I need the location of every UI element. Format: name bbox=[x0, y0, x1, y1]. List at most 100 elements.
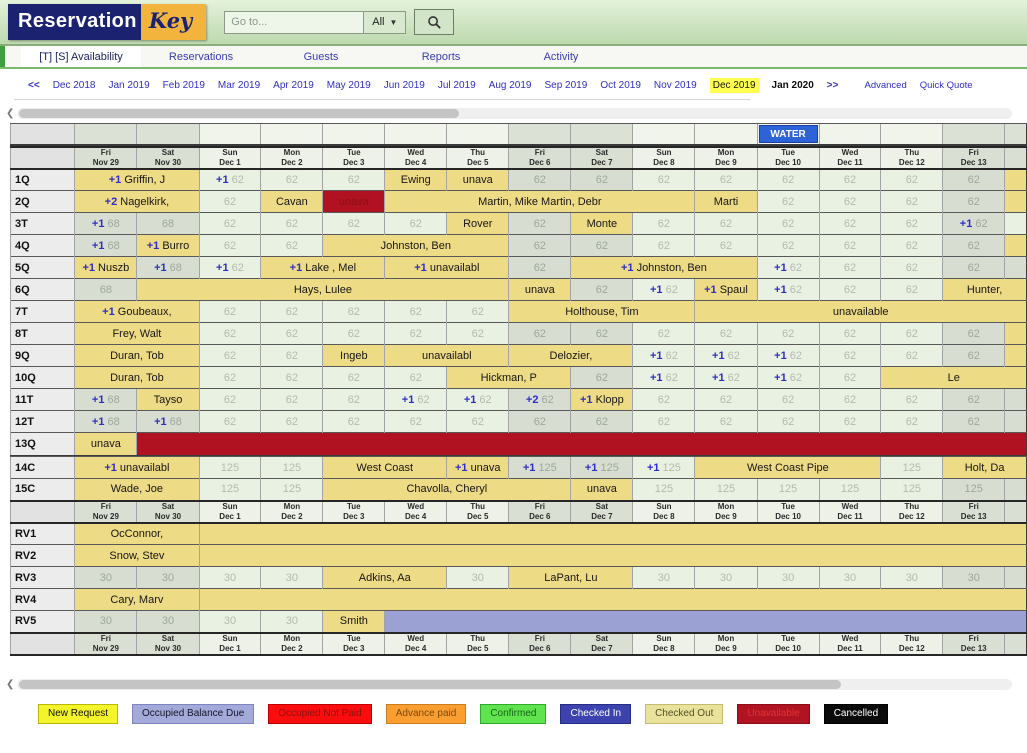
rate-cell[interactable]: +2 62 bbox=[509, 389, 571, 411]
reservation-cell[interactable]: +1 unava bbox=[447, 457, 509, 479]
rate-cell[interactable]: 62 bbox=[757, 389, 819, 411]
rate-cell[interactable]: 62 bbox=[447, 301, 509, 323]
reservation-span[interactable] bbox=[199, 545, 1026, 567]
rate-cell[interactable]: 62 bbox=[571, 411, 633, 433]
unit-label-5q[interactable]: 5Q bbox=[11, 257, 75, 279]
rate-cell[interactable]: 62 bbox=[819, 213, 881, 235]
rate-cell[interactable]: 62 bbox=[881, 191, 943, 213]
unit-label-rv3[interactable]: RV3 bbox=[11, 567, 75, 589]
rate-cell[interactable]: 62 bbox=[571, 279, 633, 301]
rate-cell[interactable]: 62 bbox=[757, 411, 819, 433]
rate-cell[interactable]: 62 bbox=[943, 323, 1005, 345]
rate-cell[interactable]: 125 bbox=[757, 479, 819, 501]
rate-cell[interactable]: 62 bbox=[199, 367, 261, 389]
rate-cell[interactable]: 125 bbox=[199, 457, 261, 479]
month-link-sep-2019[interactable]: Sep 2019 bbox=[544, 80, 587, 91]
rate-cell[interactable]: 62 bbox=[943, 345, 1005, 367]
unit-label-2q[interactable]: 2Q bbox=[11, 191, 75, 213]
rate-cell[interactable]: +1 68 bbox=[75, 235, 137, 257]
date-header-dec-3[interactable]: TueDec 3 bbox=[323, 501, 385, 523]
date-header-dec-4[interactable]: WedDec 4 bbox=[385, 147, 447, 169]
month-link-jan-2019[interactable]: Jan 2019 bbox=[109, 80, 150, 91]
reservation-cell[interactable]: West Coast Pipe bbox=[695, 457, 881, 479]
rate-cell[interactable]: +1 62 bbox=[633, 345, 695, 367]
rate-cell[interactable]: 62 bbox=[261, 169, 323, 191]
rate-cell[interactable]: 30 bbox=[695, 567, 757, 589]
date-header-dec-8[interactable]: SunDec 8 bbox=[633, 147, 695, 169]
rate-cell[interactable]: 30 bbox=[137, 567, 199, 589]
rate-cell[interactable]: +1 62 bbox=[385, 389, 447, 411]
date-header-dec-13[interactable]: FriDec 13 bbox=[943, 633, 1005, 655]
rate-cell[interactable]: 62 bbox=[819, 235, 881, 257]
rate-cell[interactable] bbox=[1005, 567, 1027, 589]
reservation-cell[interactable]: West Coast bbox=[323, 457, 447, 479]
month-link-apr-2019[interactable]: Apr 2019 bbox=[273, 80, 314, 91]
date-header-dec-2[interactable]: MonDec 2 bbox=[261, 501, 323, 523]
rate-cell[interactable]: 62 bbox=[633, 411, 695, 433]
reservation-cell[interactable]: Ewing bbox=[385, 169, 447, 191]
rate-cell[interactable]: 30 bbox=[137, 611, 199, 633]
rate-cell[interactable]: 62 bbox=[881, 213, 943, 235]
unit-label-7t[interactable]: 7T bbox=[11, 301, 75, 323]
rate-cell[interactable]: 62 bbox=[819, 389, 881, 411]
reservation-cell[interactable]: +1 Spaul bbox=[695, 279, 757, 301]
rate-cell[interactable]: 62 bbox=[881, 411, 943, 433]
rate-cell[interactable]: +1 62 bbox=[447, 389, 509, 411]
rate-cell[interactable]: 62 bbox=[757, 213, 819, 235]
unit-label-rv2[interactable]: RV2 bbox=[11, 545, 75, 567]
rate-cell[interactable]: 62 bbox=[819, 257, 881, 279]
rate-cell[interactable] bbox=[1005, 257, 1027, 279]
rate-cell[interactable]: 30 bbox=[943, 567, 1005, 589]
rate-cell[interactable]: +1 62 bbox=[757, 345, 819, 367]
date-header-dec-8[interactable]: SunDec 8 bbox=[633, 633, 695, 655]
tab-activity[interactable]: Activity bbox=[501, 46, 621, 67]
reservation-cell[interactable]: Duran, Tob bbox=[75, 367, 199, 389]
rate-cell[interactable]: 62 bbox=[385, 213, 447, 235]
rate-cell[interactable]: 125 bbox=[819, 479, 881, 501]
rate-cell[interactable]: 62 bbox=[633, 323, 695, 345]
rate-cell[interactable]: 62 bbox=[819, 345, 881, 367]
unit-label-rv5[interactable]: RV5 bbox=[11, 611, 75, 633]
date-header-dec-9[interactable]: MonDec 9 bbox=[695, 147, 757, 169]
rate-cell[interactable]: 62 bbox=[757, 235, 819, 257]
reservation-cell[interactable]: OcConnor, bbox=[75, 523, 199, 545]
rate-cell[interactable]: +1 68 bbox=[137, 257, 199, 279]
reservation-cell[interactable]: +1 Klopp bbox=[571, 389, 633, 411]
date-header-dec-7[interactable]: SatDec 7 bbox=[571, 633, 633, 655]
rate-cell[interactable]: 30 bbox=[819, 567, 881, 589]
rate-cell[interactable]: 62 bbox=[385, 367, 447, 389]
rate-cell[interactable]: +1 62 bbox=[695, 367, 757, 389]
date-header-dec-10[interactable]: TueDec 10 bbox=[757, 633, 819, 655]
rate-cell[interactable]: +1 62 bbox=[757, 279, 819, 301]
date-header-dec-3[interactable]: TueDec 3 bbox=[323, 633, 385, 655]
reservation-cell[interactable]: Delozier, bbox=[509, 345, 633, 367]
month-link-mar-2019[interactable]: Mar 2019 bbox=[218, 80, 260, 91]
rate-cell[interactable]: +1 62 bbox=[757, 257, 819, 279]
rate-cell[interactable]: 62 bbox=[571, 367, 633, 389]
rate-cell[interactable]: 62 bbox=[509, 169, 571, 191]
rate-cell[interactable]: 30 bbox=[199, 567, 261, 589]
rate-cell[interactable]: 62 bbox=[633, 235, 695, 257]
search-button[interactable] bbox=[414, 9, 454, 35]
unavailable-span[interactable] bbox=[137, 433, 1027, 455]
reservation-cell[interactable]: +1 Goubeaux, bbox=[75, 301, 199, 323]
reservation-span[interactable] bbox=[1005, 169, 1027, 191]
rate-cell[interactable]: 62 bbox=[199, 213, 261, 235]
water-group-label[interactable]: WATER bbox=[759, 125, 818, 143]
rate-cell[interactable]: 62 bbox=[819, 191, 881, 213]
rate-cell[interactable]: 62 bbox=[199, 345, 261, 367]
reservation-cell[interactable]: unava bbox=[447, 169, 509, 191]
rate-cell[interactable]: 62 bbox=[819, 367, 881, 389]
rate-cell[interactable]: 62 bbox=[199, 301, 261, 323]
rate-cell[interactable]: 30 bbox=[75, 567, 137, 589]
rate-cell[interactable]: 62 bbox=[323, 389, 385, 411]
rate-cell[interactable]: 62 bbox=[695, 169, 757, 191]
unit-label-8t[interactable]: 8T bbox=[11, 323, 75, 345]
rate-cell[interactable]: +1 68 bbox=[137, 411, 199, 433]
unit-label-rv4[interactable]: RV4 bbox=[11, 589, 75, 611]
rate-cell[interactable]: +1 62 bbox=[633, 279, 695, 301]
month-link-aug-2019[interactable]: Aug 2019 bbox=[489, 80, 532, 91]
reservation-cell[interactable]: Tayso bbox=[137, 389, 199, 411]
reservation-cell[interactable]: Cary, Marv bbox=[75, 589, 199, 611]
rate-cell[interactable]: 62 bbox=[943, 191, 1005, 213]
